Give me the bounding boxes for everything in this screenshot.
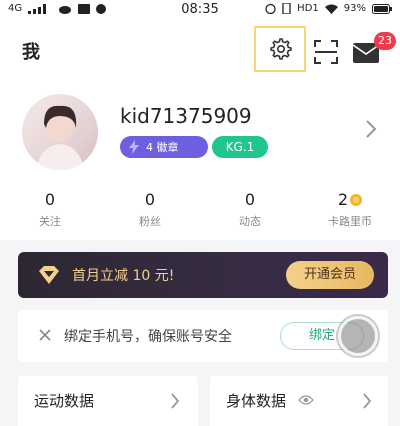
level-badge[interactable]: KG.1 <box>212 136 268 158</box>
open-vip-button[interactable]: 开通会员 <box>286 261 374 289</box>
avatar[interactable] <box>22 94 98 170</box>
touch-indicator <box>338 316 378 356</box>
avatar-photo <box>36 105 84 170</box>
body-data-card[interactable]: 身体数据 <box>210 376 388 426</box>
status-bar: 4G 08:35 HD1 93% <box>0 0 400 22</box>
stats-row: 0 关注 0 粉丝 0 动态 2 卡路里币 <box>0 180 400 240</box>
sport-data-label: 运动数据 <box>34 392 95 410</box>
stat-label: 关注 <box>39 215 61 228</box>
coin-icon <box>350 193 363 206</box>
close-icon[interactable] <box>38 328 52 342</box>
medal-badge[interactable]: 4 徽章 <box>120 136 208 158</box>
vibrate-icon <box>282 3 291 14</box>
hd-label: HD1 <box>297 3 319 14</box>
wifi-icon <box>324 4 338 14</box>
stat-label: 卡路里币 <box>328 215 372 228</box>
chevron-right-icon <box>363 393 372 409</box>
stat-label: 动态 <box>239 215 261 228</box>
vip-banner[interactable]: 首月立减 10 元! 开通会员 <box>18 252 388 298</box>
stat-value: 0 <box>244 190 256 209</box>
alarm-icon <box>265 3 276 14</box>
bind-phone-card: 绑定手机号，确保账号安全 绑定 <box>18 310 388 362</box>
stat-label: 粉丝 <box>139 215 161 228</box>
stat-value: 2 <box>337 190 349 209</box>
lightning-icon <box>129 140 139 154</box>
body-data-label: 身体数据 <box>226 392 287 410</box>
scan-icon <box>314 40 338 64</box>
stat-value-wrap: 2 <box>337 190 363 209</box>
message-count-badge: 23 <box>374 32 396 50</box>
top-header: 我 23 <box>0 22 400 80</box>
stat-value: 0 <box>144 190 156 209</box>
settings-button[interactable] <box>254 26 306 72</box>
profile-section[interactable]: kid71375909 4 徽章 KG.1 <box>0 80 400 180</box>
sport-data-card[interactable]: 运动数据 <box>18 376 198 426</box>
stat-calorie-coins[interactable]: 2 卡路里币 <box>300 180 400 240</box>
vip-promo-text: 首月立减 10 元! <box>72 268 175 284</box>
stat-value: 0 <box>44 190 56 209</box>
eye-icon[interactable] <box>298 394 314 406</box>
diamond-icon <box>39 266 59 284</box>
chevron-right-icon <box>366 120 377 138</box>
gear-icon <box>270 38 292 60</box>
page-title: 我 <box>22 42 40 63</box>
medal-label: 4 徽章 <box>146 141 179 154</box>
bind-phone-text: 绑定手机号，确保账号安全 <box>64 329 232 345</box>
battery-percent: 93% <box>343 3 366 14</box>
stat-followers[interactable]: 0 粉丝 <box>100 180 200 240</box>
battery-icon <box>372 3 392 14</box>
scan-button[interactable] <box>312 38 340 66</box>
username: kid71375909 <box>120 104 252 128</box>
stat-following[interactable]: 0 关注 <box>0 180 100 240</box>
stat-posts[interactable]: 0 动态 <box>200 180 300 240</box>
chevron-right-icon <box>171 393 180 409</box>
